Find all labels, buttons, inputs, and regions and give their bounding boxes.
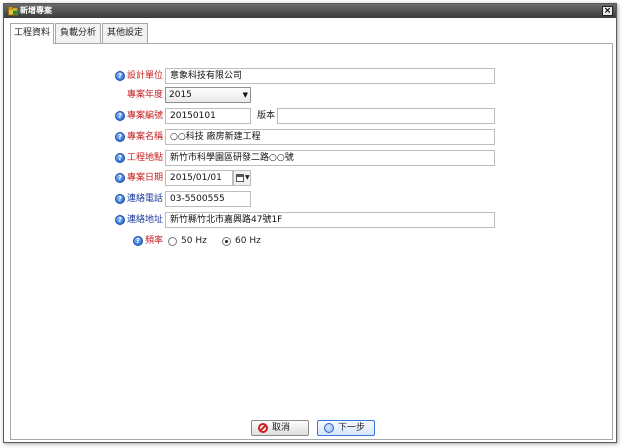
chevron-down-icon: ▼: [242, 91, 248, 99]
project-name-label: 專案名稱: [127, 132, 164, 142]
year-select-value: 2015: [169, 90, 192, 100]
chevron-down-icon: ▼: [245, 174, 250, 181]
project-number-label: 專案編號: [127, 111, 164, 121]
version-label: 版本: [257, 111, 276, 121]
frequency-60hz-radio[interactable]: [222, 237, 231, 246]
designer-input[interactable]: 意象科技有限公司: [165, 68, 495, 84]
year-select[interactable]: 2015 ▼: [165, 87, 251, 103]
tab-project-info[interactable]: 工程資料: [10, 23, 54, 44]
tab-other-settings[interactable]: 其他設定: [102, 23, 148, 43]
title-bar[interactable]: 新增專案 ×: [4, 4, 616, 18]
close-icon: ×: [603, 6, 612, 16]
project-number-row: ? 專案編號 20150101 版本: [11, 108, 614, 126]
date-input[interactable]: 2015/01/01: [165, 170, 233, 186]
next-icon: [324, 423, 334, 433]
help-icon[interactable]: ?: [115, 173, 125, 183]
location-label: 工程地點: [127, 153, 164, 163]
help-icon[interactable]: ?: [115, 153, 125, 163]
cancel-button[interactable]: 取消: [251, 420, 309, 436]
date-label: 專案日期: [127, 173, 164, 183]
address-row: ? 連絡地址 新竹縣竹北市嘉興路47號1F: [11, 212, 614, 230]
help-icon[interactable]: ?: [115, 132, 125, 142]
folder-icon: [8, 6, 18, 16]
designer-label: 設計單位: [127, 71, 164, 81]
help-icon[interactable]: ?: [133, 236, 143, 246]
location-row: ? 工程地點 新竹市科學園區研發二路○○號: [11, 150, 614, 168]
phone-input[interactable]: 03-5500555: [165, 191, 251, 207]
location-input[interactable]: 新竹市科學園區研發二路○○號: [165, 150, 495, 166]
date-picker-button[interactable]: ▼: [233, 170, 251, 186]
project-name-input[interactable]: ○○科技 廠房新建工程: [165, 129, 495, 145]
frequency-label: 頻率: [145, 236, 164, 246]
tab-load-analysis[interactable]: 負載分析: [55, 23, 101, 43]
date-row: ? 專案日期 2015/01/01 ▼: [11, 170, 614, 188]
version-input[interactable]: [277, 108, 495, 124]
year-row: 專案年度 2015 ▼: [11, 87, 614, 105]
designer-row: ? 設計單位 意象科技有限公司: [11, 68, 614, 86]
help-icon[interactable]: ?: [115, 194, 125, 204]
help-icon[interactable]: ?: [115, 111, 125, 121]
help-icon[interactable]: ?: [115, 71, 125, 81]
close-button[interactable]: ×: [602, 6, 613, 16]
help-icon[interactable]: ?: [115, 215, 125, 225]
project-number-input[interactable]: 20150101: [165, 108, 251, 124]
window-title: 新增專案: [20, 6, 52, 15]
project-name-row: ? 專案名稱 ○○科技 廠房新建工程: [11, 129, 614, 147]
new-project-dialog: 新增專案 × 工程資料 負載分析 其他設定 ? 設計單位 意象科技有限公司 專案…: [3, 3, 617, 443]
frequency-60hz-label[interactable]: 60 Hz: [235, 235, 261, 247]
address-label: 連絡地址: [127, 215, 164, 225]
next-step-button-label: 下一步: [338, 423, 366, 433]
cancel-button-label: 取消: [272, 423, 291, 433]
year-label: 專案年度: [127, 90, 164, 100]
cancel-icon: [258, 423, 268, 433]
phone-row: ? 連絡電話 03-5500555: [11, 191, 614, 209]
project-info-panel: ? 設計單位 意象科技有限公司 專案年度 2015 ▼ ? 專案編號 20150…: [10, 44, 613, 440]
address-input[interactable]: 新竹縣竹北市嘉興路47號1F: [165, 212, 495, 228]
calendar-icon: [236, 174, 244, 182]
frequency-row: ? 頻率 50 Hz 60 Hz: [11, 233, 614, 251]
phone-label: 連絡電話: [127, 194, 164, 204]
frequency-50hz-label[interactable]: 50 Hz: [181, 235, 207, 247]
next-step-button[interactable]: 下一步: [317, 420, 375, 436]
frequency-50hz-radio[interactable]: [168, 237, 177, 246]
